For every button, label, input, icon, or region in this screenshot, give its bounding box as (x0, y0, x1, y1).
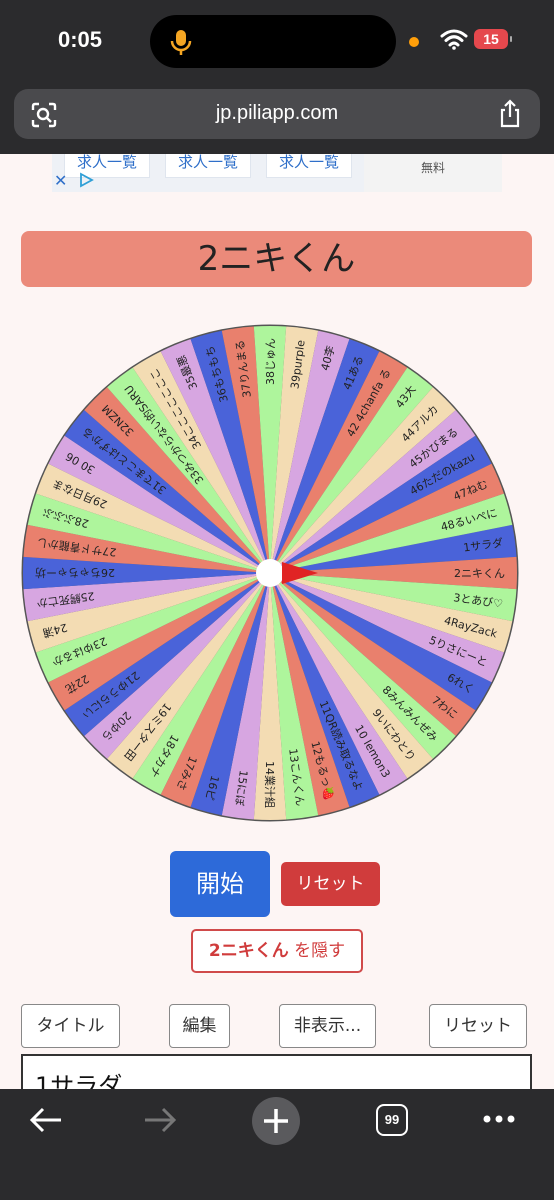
dynamic-island (150, 15, 396, 68)
share-icon[interactable] (498, 99, 522, 129)
new-tab-plus-icon[interactable] (252, 1097, 300, 1145)
privacy-indicator-icon (409, 37, 419, 47)
wheel-hub (256, 559, 284, 587)
url-text[interactable]: jp.piliapp.com (14, 102, 540, 125)
ad-job-link[interactable]: 求人一覧 (266, 154, 352, 178)
ad-close-icon[interactable]: ✕ (54, 171, 67, 190)
wheel-segment-label: 14業汁組 (263, 761, 276, 808)
ad-banner[interactable]: 求人一覧 求人一覧 求人一覧 無料 ✕ (52, 154, 502, 192)
edit-button[interactable]: 編集 (169, 1004, 230, 1048)
ad-job-link[interactable]: 求人一覧 (64, 154, 150, 178)
wheel-segment-label: 38じゅん (264, 338, 277, 385)
wifi-icon (440, 29, 468, 50)
battery-indicator: 15 (474, 29, 512, 49)
start-button[interactable]: 開始 (170, 851, 270, 917)
forward-arrow-icon[interactable] (142, 1105, 178, 1135)
list-reset-button[interactable]: リセット (429, 1004, 527, 1048)
status-time: 0:05 (58, 27, 103, 52)
microphone-icon (170, 30, 192, 55)
roulette-wheel[interactable]: 1サラダ2ニキくん3とあび♡4RayZack5りさにーと6れく7わに8みんみんぜ… (20, 323, 520, 823)
ad-job-link[interactable]: 求人一覧 (165, 154, 251, 178)
hide-result-button[interactable]: 2ニキくん を隠す (191, 929, 363, 973)
title-button[interactable]: タイトル (21, 1004, 120, 1048)
top-chrome: 0:05 15 jp.piliapp.com (0, 0, 554, 154)
tab-count-button[interactable]: 99 (376, 1104, 408, 1136)
selected-result-title: 2ニキくん (21, 231, 532, 287)
bottom-toolbar: 99 (0, 1089, 554, 1200)
wheel-segment-label: 2ニキくん (454, 567, 505, 580)
ad-choices-icon[interactable] (78, 172, 94, 188)
reset-button[interactable]: リセット (281, 862, 380, 906)
wheel-segment-label: 26ちゃちゃー坊 (35, 566, 115, 580)
hide-result-suffix: を隠す (288, 941, 346, 961)
url-bar[interactable]: jp.piliapp.com (14, 89, 540, 139)
hide-items-button[interactable]: 非表示... (279, 1004, 376, 1048)
more-menu-icon[interactable] (482, 1109, 516, 1129)
back-arrow-icon[interactable] (28, 1105, 64, 1135)
ad-free-label: 無料 (364, 154, 502, 192)
hide-result-name: 2ニキくん (208, 941, 289, 961)
